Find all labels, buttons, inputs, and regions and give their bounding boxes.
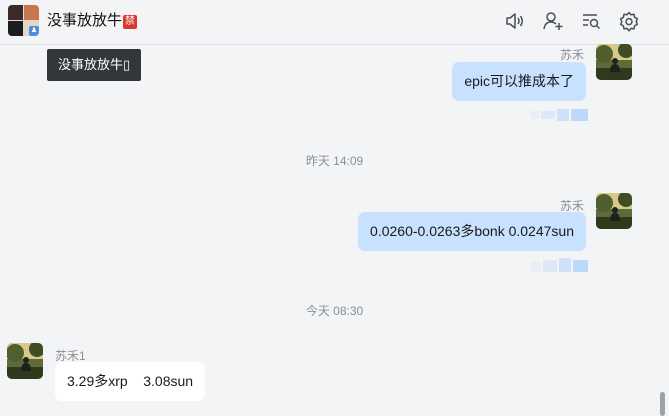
scrollbar-thumb[interactable] <box>660 392 665 416</box>
chat-title: 没事放放牛禁 <box>47 12 138 30</box>
settings-icon[interactable] <box>618 10 640 32</box>
read-indicator <box>531 108 588 121</box>
avatar[interactable] <box>7 343 43 379</box>
message-sender: 苏禾 <box>559 48 584 62</box>
message-bubble[interactable]: 0.0260-0.0263多bonk 0.0247sun <box>358 212 586 251</box>
title-badge: 禁 <box>123 15 138 29</box>
timestamp-divider: 昨天 14:09 <box>305 154 364 168</box>
chat-title-text: 没事放放牛 <box>47 12 123 29</box>
chat-header: ♟ 没事放放牛禁 <box>0 0 669 45</box>
timestamp-divider: 今天 08:30 <box>305 304 364 318</box>
group-badge: ♟ <box>29 26 39 36</box>
add-member-icon[interactable] <box>542 10 564 32</box>
speaker-icon[interactable] <box>504 10 526 32</box>
read-indicator <box>531 258 588 272</box>
avatar[interactable] <box>596 44 632 80</box>
chat-scrollbar[interactable] <box>655 44 669 416</box>
message-bubble[interactable]: epic可以推成本了 <box>452 62 586 101</box>
message-bubble[interactable]: 3.29多xrp 3.08sun <box>55 362 206 401</box>
group-avatar[interactable]: ♟ <box>8 5 39 36</box>
title-tooltip: 没事放放牛▯ <box>47 49 142 81</box>
chat-search-icon[interactable] <box>580 10 602 32</box>
avatar[interactable] <box>596 193 632 229</box>
